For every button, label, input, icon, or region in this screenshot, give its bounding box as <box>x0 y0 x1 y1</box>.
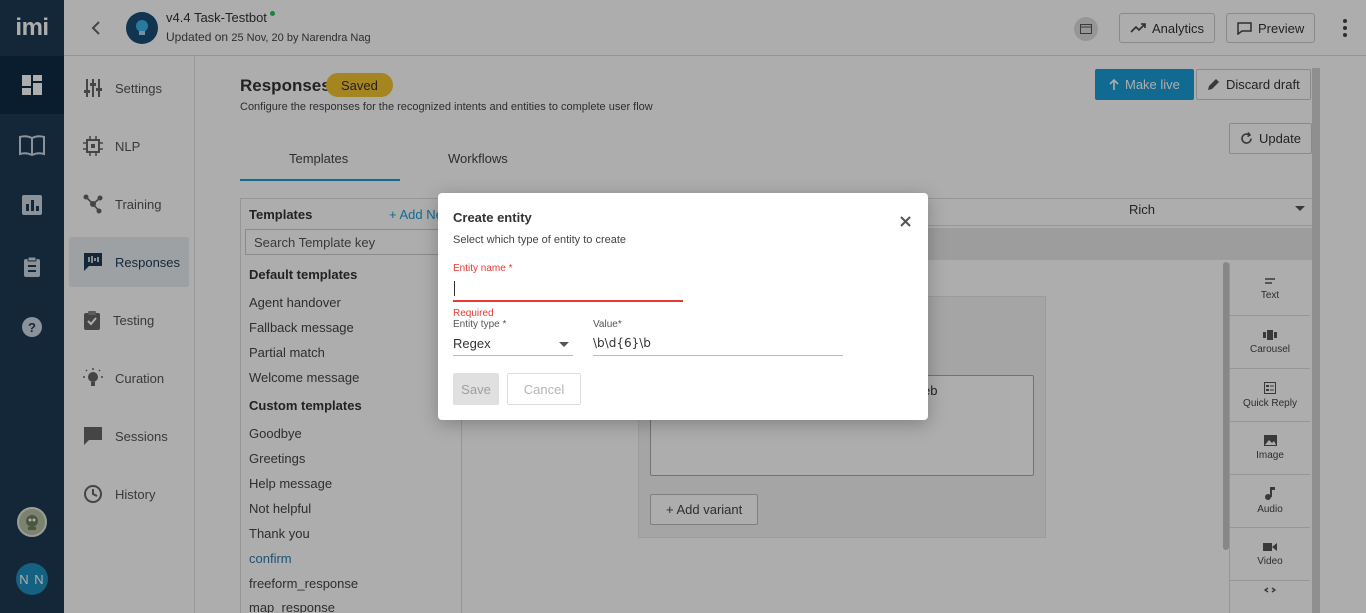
dialog-title: Create entity <box>453 210 532 225</box>
save-button[interactable]: Save <box>453 373 499 405</box>
entity-type-select[interactable]: Regex <box>453 331 573 356</box>
create-entity-dialog: Create entity Select which type of entit… <box>438 193 928 420</box>
dialog-subtitle: Select which type of entity to create <box>453 234 627 246</box>
entity-type-value: Regex <box>453 335 491 351</box>
cancel-button[interactable]: Cancel <box>507 373 581 405</box>
entity-name-error: Required <box>453 308 494 319</box>
entity-type-label: Entity type * <box>453 319 507 330</box>
value-field[interactable]: \b\d{6}\b <box>593 331 843 356</box>
value-label: Value* <box>593 319 622 330</box>
entity-name-label: Entity name * <box>453 263 513 274</box>
text-cursor <box>454 281 455 296</box>
close-icon[interactable] <box>897 213 913 229</box>
chevron-down-icon <box>559 342 569 347</box>
entity-name-field[interactable] <box>453 277 683 302</box>
